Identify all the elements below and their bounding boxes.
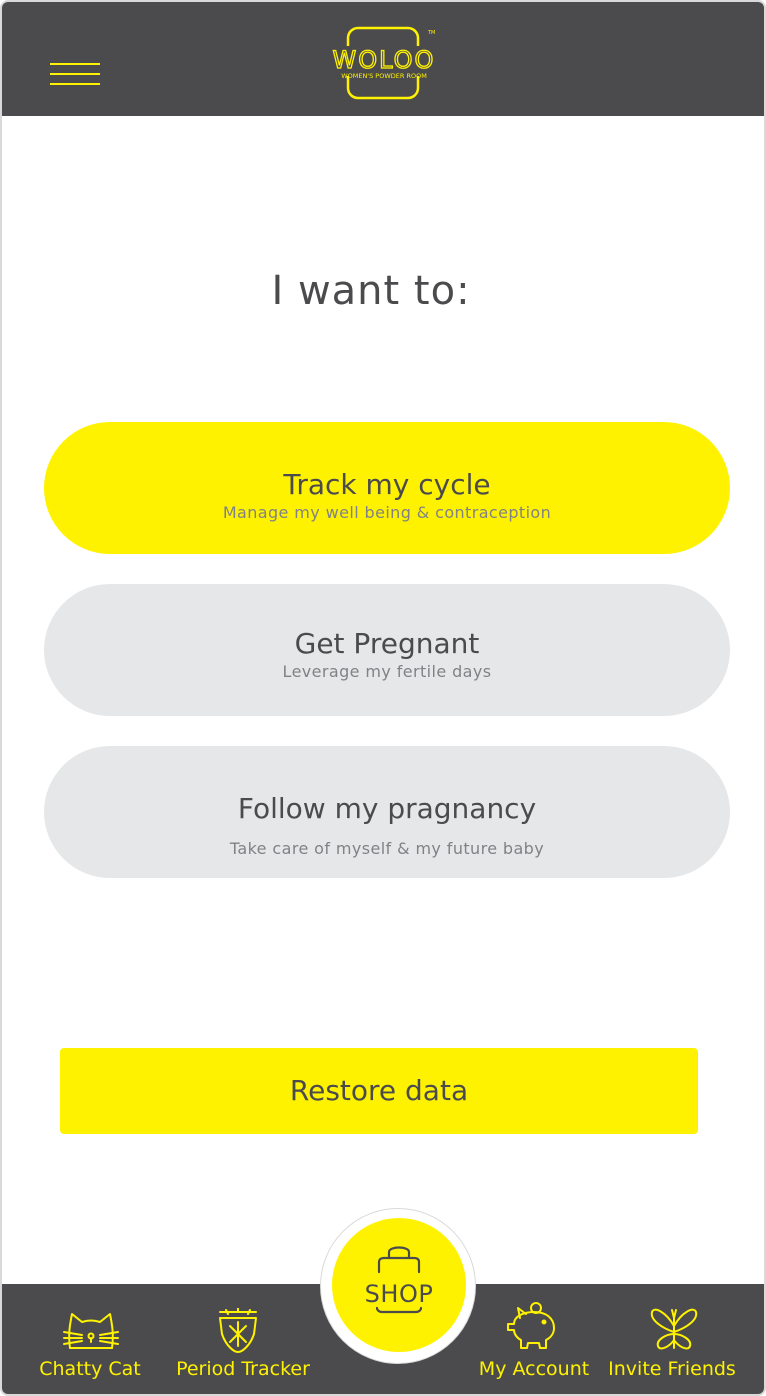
option-title: Track my cycle [283,468,491,501]
woloo-logo: WOLOO WOMEN'S POWDER ROOM TM [324,24,444,102]
nav-item-period-tracker[interactable]: Period Tracker [172,1284,314,1394]
cat-icon [63,1313,119,1349]
nav-label: Chatty Cat [39,1358,141,1380]
nav-label: My Account [478,1358,590,1380]
option-track-my-cycle[interactable]: Track my cycle Manage my well being & co… [44,422,730,554]
option-subtitle: Take care of myself & my future baby [229,839,545,858]
option-subtitle: Leverage my fertile days [282,662,492,681]
page-heading: I want to: [271,268,471,314]
hamburger-menu-icon[interactable] [50,58,104,90]
option-get-pregnant[interactable]: Get Pregnant Leverage my fertile days [44,584,730,716]
nav-item-chatty-cat[interactable]: Chatty Cat [28,1284,152,1394]
logo-wordmark: WOLOO [333,46,436,74]
svg-text:WOMEN'S POWDER ROOM: WOMEN'S POWDER ROOM [341,72,427,80]
nav-label: Period Tracker [176,1358,310,1380]
butterfly-icon [650,1308,698,1350]
nav-item-my-account[interactable]: My Account [474,1284,594,1394]
app-screen: WOLOO WOMEN'S POWDER ROOM TM I want to: … [0,0,766,1396]
nav-label: Invite Friends [608,1358,736,1380]
option-follow-my-pregnancy[interactable]: Follow my pragnancy Take care of myself … [44,746,730,878]
top-bar: WOLOO WOMEN'S POWDER ROOM TM [2,2,764,116]
shop-button[interactable]: SHOP [332,1218,466,1352]
option-title: Follow my pragnancy [237,792,537,825]
option-subtitle: Manage my well being & contraception [222,503,552,522]
piggy-bank-icon [507,1302,555,1349]
svg-text:TM: TM [427,30,435,36]
option-title: Get Pregnant [294,627,480,660]
nav-item-invite-friends[interactable]: Invite Friends [604,1284,740,1394]
shop-label: SHOP [364,1280,434,1308]
restore-data-button[interactable]: Restore data [60,1048,698,1134]
period-tracker-icon [219,1308,257,1353]
